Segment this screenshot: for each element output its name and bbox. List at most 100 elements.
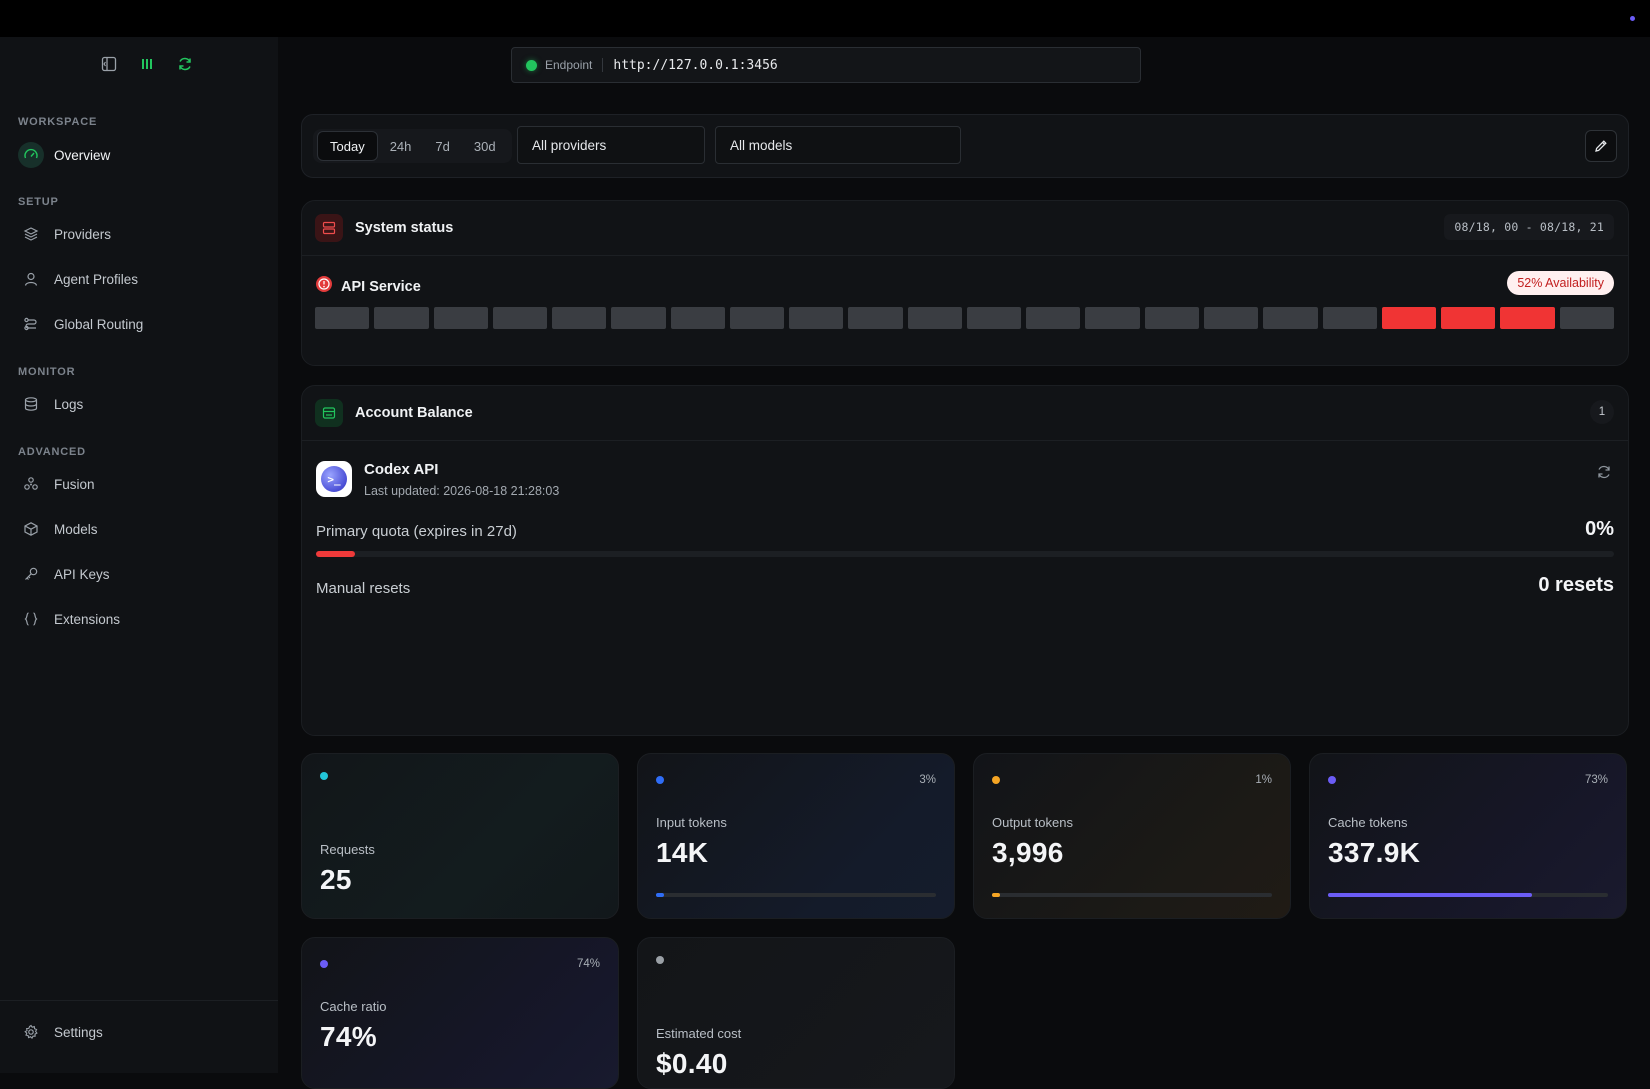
sidebar-item-label: Agent Profiles [54,271,139,287]
stat-label: Cache ratio [320,999,387,1014]
section-title-monitor: MONITOR [18,366,76,378]
stat-progress-bar [656,893,936,897]
stat-value: 14K [656,837,709,868]
status-date-range: 08/18, 00 - 08/18, 21 [1444,214,1614,240]
stat-estimated-cost: Estimated cost $0.40 [637,937,955,1089]
sidebar-item-extensions[interactable]: Extensions [18,602,262,636]
system-status-card: System status 08/18, 00 - 08/18, 21 API … [301,200,1629,366]
stat-cache-ratio: 74% Cache ratio 74% [301,937,619,1089]
uptime-bar[interactable] [611,307,666,329]
uptime-bar[interactable] [315,307,370,329]
gear-icon [18,1019,44,1045]
fusion-icon [18,471,44,497]
sidebar-item-logs[interactable]: Logs [18,387,262,421]
uptime-bar[interactable] [1026,307,1081,329]
stat-progress-fill [656,893,665,897]
sidebar-item-global-routing[interactable]: Global Routing [18,307,262,341]
uptime-bar[interactable] [1500,307,1555,329]
uptime-bar[interactable] [907,307,962,329]
service-name: API Service [341,278,421,295]
sidebar-item-settings[interactable]: Settings [18,1015,262,1049]
sidebar-item-label: API Keys [54,566,110,582]
uptime-bar[interactable] [1381,307,1437,329]
uptime-bars [315,307,1614,329]
stat-label: Requests [320,842,375,857]
stat-label: Output tokens [992,815,1073,830]
sidebar-item-providers[interactable]: Providers [18,217,262,251]
availability-badge: 52% Availability [1507,271,1614,295]
stat-label: Cache tokens [1328,815,1408,830]
uptime-bar[interactable] [1085,307,1140,329]
stat-label: Input tokens [656,815,727,830]
stat-input-tokens: 3% Input tokens 14K [637,753,955,919]
cache-tokens-dot [1328,776,1336,784]
endpoint-status-indicator [526,59,537,71]
stat-cache-tokens: 73% Cache tokens 337.9K [1309,753,1627,919]
uptime-bar[interactable] [492,307,548,329]
uptime-bar[interactable] [552,307,607,329]
system-status-title: System status [355,220,454,236]
filter-bar: Today 24h 7d 30d All providers All model… [301,114,1629,178]
sidebar-item-label: Extensions [54,611,121,627]
uptime-bar[interactable] [848,307,903,329]
uptime-bar[interactable] [1144,307,1199,329]
sidebar-item-overview[interactable]: Overview [18,138,262,172]
uptime-bar[interactable] [729,307,785,329]
uptime-bar[interactable] [374,307,429,329]
codex-logo: >_ [316,461,352,497]
edit-button[interactable] [1585,130,1617,162]
uptime-bar[interactable] [966,307,1022,329]
window-titlebar [0,0,1650,37]
range-7d[interactable]: 7d [423,132,461,160]
input-tokens-dot [656,776,664,784]
pencil-icon [1595,140,1607,152]
refresh-icon[interactable] [176,55,194,73]
layers-icon [18,221,44,247]
section-title-setup: SETUP [18,196,59,208]
uptime-bar[interactable] [1322,307,1377,329]
uptime-bar[interactable] [433,307,488,329]
stat-label: Estimated cost [656,1026,742,1041]
alert-circle-icon [315,275,333,298]
sidebar-item-models[interactable]: Models [18,512,262,546]
uptime-bar[interactable] [1441,307,1496,329]
endpoint-field[interactable]: Endpoint http://127.0.0.1:3456 [511,47,1141,83]
key-icon [18,561,44,587]
endpoint-url[interactable]: http://127.0.0.1:3456 [613,58,777,73]
stat-progress-bar [992,893,1272,897]
sidebar-item-agent-profiles[interactable]: Agent Profiles [18,262,262,296]
last-updated: Last updated: 2026-08-18 21:28:03 [364,484,560,498]
manual-resets-label: Manual resets [316,580,411,597]
range-24h[interactable]: 24h [378,132,424,160]
provider-select[interactable]: All providers [517,126,705,164]
uptime-bar[interactable] [789,307,844,329]
sidebar-toggle-icon[interactable] [100,55,118,73]
sidebar-item-label: Global Routing [54,316,144,332]
uptime-bar[interactable] [1203,307,1259,329]
manual-resets-value: 0 resets [1538,574,1614,596]
sidebar-item-label: Models [54,521,98,537]
stat-percent: 74% [576,958,600,970]
output-tokens-dot [992,776,1000,784]
stat-value: 337.9K [1328,837,1421,868]
sidebar-item-api-keys[interactable]: API Keys [18,557,262,591]
quota-percentage: 0% [1585,518,1614,540]
uptime-bar[interactable] [1263,307,1318,329]
cube-icon [18,516,44,542]
sidebar-item-label: Fusion [54,476,95,492]
sidebar-item-label: Providers [54,226,112,242]
sidebar-item-label: Overview [54,147,111,163]
wallet-icon [315,399,343,427]
uptime-bar[interactable] [670,307,725,329]
stat-percent: 73% [1584,774,1608,786]
quota-progress-fill [316,551,355,557]
stat-value: $0.40 [656,1048,728,1079]
refresh-balance-icon[interactable] [1596,464,1612,485]
activity-bars-icon[interactable] [138,55,156,73]
section-title-workspace: WORKSPACE [18,116,98,128]
range-today[interactable]: Today [317,131,378,161]
uptime-bar[interactable] [1559,307,1614,329]
range-30d[interactable]: 30d [462,132,508,160]
sidebar-item-fusion[interactable]: Fusion [18,467,262,501]
model-select[interactable]: All models [715,126,961,164]
